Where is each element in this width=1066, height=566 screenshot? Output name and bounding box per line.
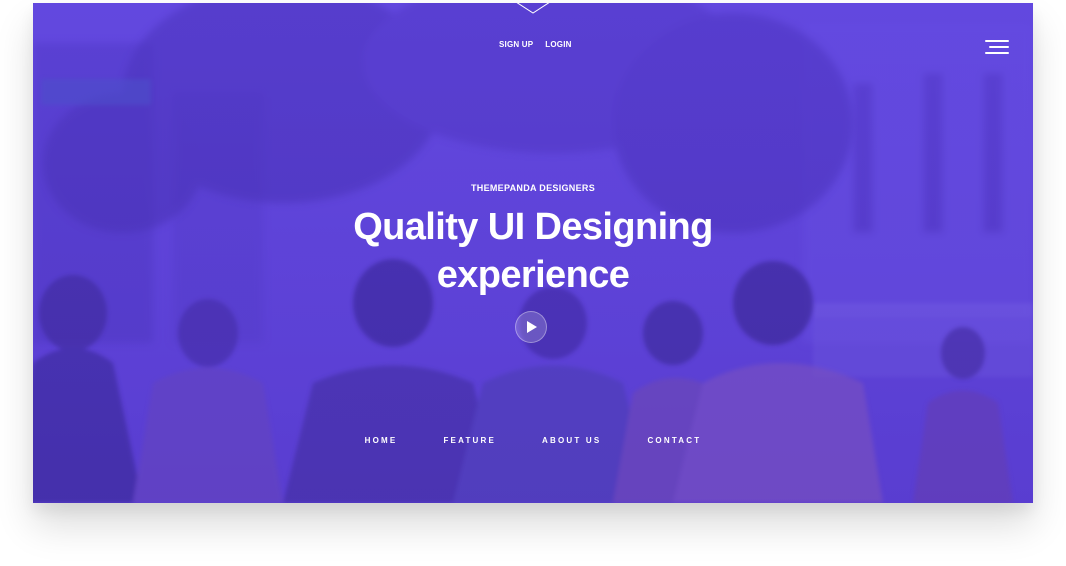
play-icon <box>527 321 537 333</box>
hero-section: SIGN UP LOGIN THEMEPANDA DESIGNERS Quali… <box>33 3 1033 503</box>
login-link[interactable]: LOGIN <box>545 40 571 49</box>
nav-item-feature[interactable]: FEATURE <box>443 436 496 445</box>
play-video-button[interactable] <box>515 311 547 343</box>
hamburger-menu-icon[interactable] <box>983 39 1009 55</box>
nav-item-about-us[interactable]: ABOUT US <box>542 436 601 445</box>
hero-headline: Quality UI Designing experience <box>33 203 1033 299</box>
auth-links: SIGN UP LOGIN <box>499 40 572 49</box>
signup-link[interactable]: SIGN UP <box>499 40 533 49</box>
headline-line-2: experience <box>436 254 630 296</box>
nav-item-home[interactable]: HOME <box>365 436 398 445</box>
hero-eyebrow: THEMEPANDA DESIGNERS <box>470 183 595 193</box>
nav-item-contact[interactable]: CONTACT <box>647 436 701 445</box>
page: SIGN UP LOGIN THEMEPANDA DESIGNERS Quali… <box>0 0 1066 566</box>
headline-line-1: Quality UI Designing <box>353 206 713 248</box>
bottom-nav: HOME FEATURE ABOUT US CONTACT <box>33 436 1033 445</box>
